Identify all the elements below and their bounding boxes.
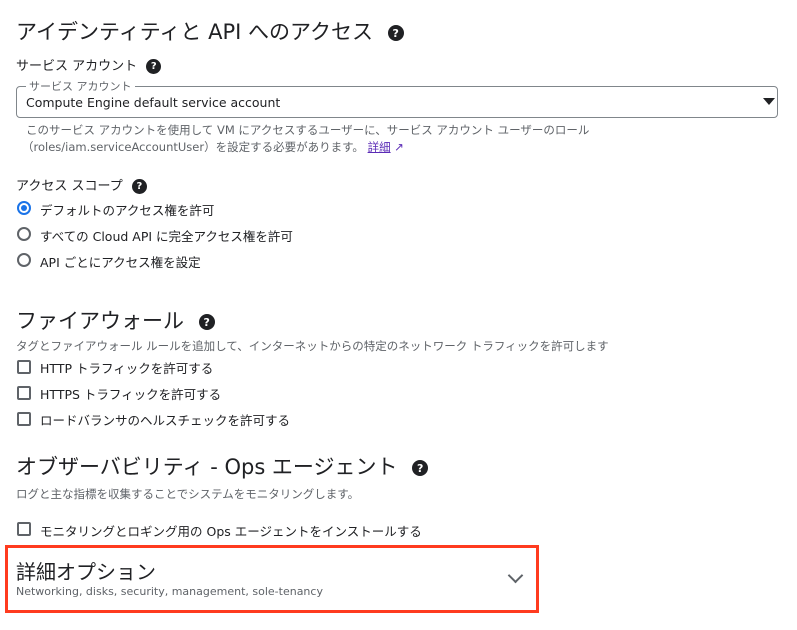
advanced-options-title[interactable]: 詳細オプション [16, 556, 156, 585]
https-label[interactable]: HTTPS トラフィックを許可する [40, 384, 221, 403]
service-account-hint-line1: このサービス アカウントを使用して VM にアクセスするユーザーに、サービス ア… [26, 123, 590, 137]
https-checkbox[interactable] [17, 386, 31, 400]
scope-radio-per-api[interactable] [17, 253, 31, 267]
service-account-select-label: サービス アカウント [26, 78, 135, 94]
help-icon[interactable]: ? [198, 314, 215, 330]
observability-description: ログと主な指標を収集することでシステムをモニタリングします。 [16, 487, 360, 501]
http-label[interactable]: HTTP トラフィックを許可する [40, 358, 213, 377]
access-scope-heading-text: アクセス スコープ [16, 179, 123, 194]
service-account-select-value[interactable]: Compute Engine default service account [26, 95, 280, 110]
scope-radio-full[interactable] [17, 227, 31, 241]
firewall-section-title: ファイアウォール ? [16, 305, 215, 335]
http-checkbox[interactable] [17, 360, 31, 374]
learn-more-link[interactable]: 詳細 [368, 140, 391, 154]
firewall-title-text: ファイアウォール [16, 309, 184, 333]
help-icon[interactable]: ? [387, 25, 404, 41]
help-icon[interactable]: ? [131, 179, 147, 194]
observability-section-title: オブザーバビリティ - Ops エージェント ? [16, 451, 429, 481]
scope-radio-default[interactable] [17, 201, 31, 215]
service-account-heading: サービス アカウント ? [16, 55, 162, 74]
scope-label-full[interactable]: すべての Cloud API に完全アクセス権を許可 [40, 226, 293, 245]
observability-title-text: オブザーバビリティ - Ops エージェント [16, 455, 398, 479]
dropdown-arrow-icon[interactable] [763, 98, 775, 105]
service-account-heading-text: サービス アカウント [16, 59, 138, 74]
access-scope-heading: アクセス スコープ ? [16, 175, 147, 194]
lb-health-check-checkbox[interactable] [17, 412, 31, 426]
lb-health-check-label[interactable]: ロードバランサのヘルスチェックを許可する [40, 410, 290, 429]
firewall-description: タグとファイアウォール ルールを追加して、インターネットからの特定のネットワーク… [16, 339, 609, 353]
help-icon[interactable]: ? [146, 59, 162, 74]
scope-label-per-api[interactable]: API ごとにアクセス権を設定 [40, 252, 201, 271]
identity-section-title: アイデンティティと API へのアクセス ? [16, 16, 404, 46]
ops-agent-checkbox[interactable] [17, 522, 31, 536]
hint-line2-text: （roles/iam.serviceAccountUser）を設定する必要があり… [22, 140, 364, 154]
help-icon[interactable]: ? [412, 460, 429, 476]
external-link-icon[interactable]: ↗ [394, 140, 404, 154]
service-account-hint-line2: （roles/iam.serviceAccountUser）を設定する必要があり… [22, 139, 404, 155]
ops-agent-label[interactable]: モニタリングとロギング用の Ops エージェントをインストールする [40, 521, 422, 540]
scope-label-default[interactable]: デフォルトのアクセス権を許可 [40, 200, 214, 219]
advanced-options-subtitle: Networking, disks, security, management,… [16, 585, 323, 598]
identity-title-text: アイデンティティと API へのアクセス [16, 20, 373, 44]
